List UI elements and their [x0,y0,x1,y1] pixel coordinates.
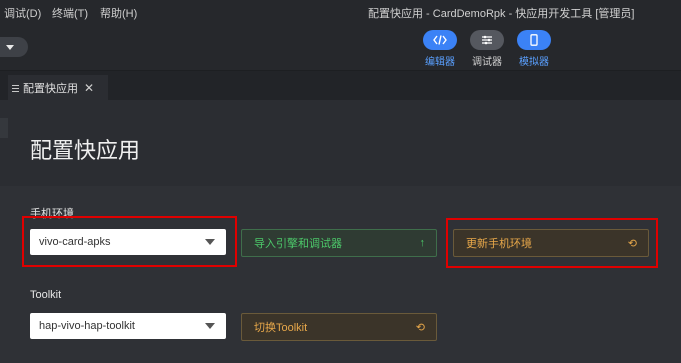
project-dropdown[interactable] [0,37,28,57]
menu-bar: 调试(D) 终端(T) 帮助(H) 配置快应用 - CardDemoRpk - … [0,0,681,22]
toolbar: 编辑器 调试器 模拟器 [0,22,681,70]
refresh-icon: ⟲ [415,322,425,334]
debugger-mode-label: 调试器 [472,57,502,68]
menu-terminal[interactable]: 终端(T) [52,5,88,21]
switch-toolkit-label: 切换Toolkit [254,322,308,334]
menu-debug[interactable]: 调试(D) [4,5,41,21]
tab-bar: 配置快应用 ✕ [0,70,681,101]
toolkit-label: Toolkit [30,289,62,301]
tab-label: 配置快应用 [23,83,78,95]
debugger-mode-button[interactable]: 调试器 [467,30,507,68]
sliders-icon [470,30,504,50]
menu-help[interactable]: 帮助(H) [100,5,137,21]
code-icon [423,30,457,50]
close-icon[interactable]: ✕ [84,81,94,95]
upload-arrow-icon: ↑ [419,237,426,249]
chevron-down-icon [6,45,14,50]
editor-mode-label: 编辑器 [425,57,455,68]
editor-mode-button[interactable]: 编辑器 [420,30,460,68]
simulator-mode-button[interactable]: 模拟器 [514,30,554,68]
chevron-down-icon [205,323,215,329]
simulator-mode-label: 模拟器 [519,57,549,68]
highlight-box [22,216,237,267]
import-engine-button[interactable]: 导入引擎和调试器 ↑ [241,229,437,257]
toolkit-value: hap-vivo-hap-toolkit [39,320,135,332]
list-icon [12,83,19,94]
import-engine-label: 导入引擎和调试器 [254,238,342,250]
switch-toolkit-button[interactable]: 切换Toolkit ⟲ [241,313,437,341]
phone-icon [517,30,551,50]
sidebar-edge [0,118,8,138]
toolkit-select[interactable]: hap-vivo-hap-toolkit [30,313,226,339]
tab-configure-quickapp[interactable]: 配置快应用 ✕ [8,75,108,101]
page-title: 配置快应用 [30,138,141,163]
window-title: 配置快应用 - CardDemoRpk - 快应用开发工具 [管理员] [368,8,635,20]
highlight-box [446,218,658,268]
